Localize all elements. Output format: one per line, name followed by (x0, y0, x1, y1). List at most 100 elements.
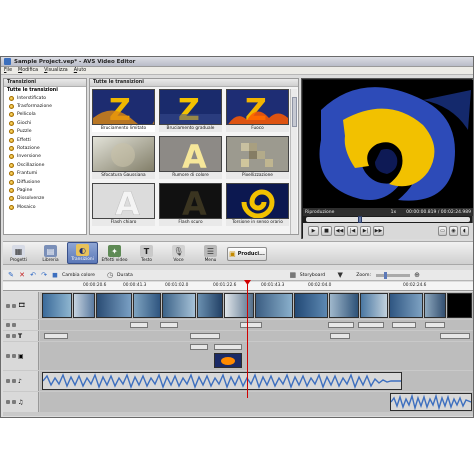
lock-icon[interactable] (6, 334, 10, 338)
tree-item[interactable]: Puzzle (4, 128, 86, 136)
video-track-body[interactable] (40, 292, 473, 319)
audio-clip[interactable] (390, 393, 472, 411)
tree-item[interactable]: Diffusione (4, 178, 86, 186)
seek-handle[interactable] (358, 216, 362, 223)
transition-thumbnail[interactable]: Z Bruciamento limitato (92, 89, 155, 133)
tree-item[interactable]: Pagine (4, 186, 86, 194)
time-ruler[interactable]: 00:00:20.6 00:00:41.3 00:01:02.0 00:01:2… (3, 282, 473, 291)
video-clip[interactable] (329, 293, 359, 318)
gallery-scrollbar[interactable] (290, 89, 297, 234)
storyboard-button[interactable]: Storyboard (300, 273, 325, 278)
transition-thumbnail[interactable]: A Rumore di colore (159, 136, 222, 180)
mute-icon[interactable] (12, 323, 16, 327)
video-clip[interactable] (96, 293, 132, 318)
mute-icon[interactable] (12, 379, 16, 383)
voice-button[interactable]: 🎙 Voce (163, 242, 194, 264)
color-icon[interactable]: ◼ (51, 271, 59, 279)
zoom-slider[interactable] (376, 271, 410, 279)
projects-button[interactable]: ▦ Progetti (3, 242, 34, 264)
effect-block[interactable] (328, 322, 354, 328)
video-clip[interactable] (73, 293, 95, 318)
lock-icon[interactable] (6, 354, 10, 358)
next-frame-icon[interactable]: ▶| (360, 226, 371, 236)
transition-thumbnail[interactable]: Pixellizzazione (226, 136, 289, 180)
snapshot-icon[interactable]: ◉ (449, 226, 458, 236)
overlay-label[interactable] (190, 344, 208, 350)
prev-frame-icon[interactable]: |◀ (347, 226, 358, 236)
video-clip[interactable] (197, 293, 223, 318)
effect-block[interactable] (160, 322, 178, 328)
tree-item[interactable]: Mosaico (4, 203, 86, 211)
text-block[interactable] (44, 333, 68, 339)
volume-icon[interactable]: ◖ (460, 226, 469, 236)
transition-thumbnail[interactable]: Torsione in senso orario (226, 183, 289, 227)
video-clip[interactable] (360, 293, 388, 318)
tree-item[interactable]: Giochi (4, 119, 86, 127)
overlay-track-body[interactable] (40, 342, 473, 370)
play-icon[interactable]: ▶ (308, 226, 319, 236)
produce-button[interactable]: ▣ Produci... (227, 247, 267, 261)
scrollbar-thumb[interactable] (292, 97, 297, 127)
tree-item[interactable]: Oscillazione (4, 161, 86, 169)
transitions-button[interactable]: ◐ Transizioni (67, 242, 98, 264)
mute-icon[interactable] (12, 354, 16, 358)
effect-block[interactable] (240, 322, 262, 328)
menu-view[interactable]: Visualizza (44, 68, 68, 73)
transition-thumbnail[interactable]: Sfocatura Gaussiana (92, 136, 155, 180)
text-block[interactable] (330, 333, 350, 339)
settings-icon[interactable]: ▼ (336, 271, 344, 279)
mute-icon[interactable] (12, 303, 16, 308)
transition-thumbnail[interactable]: Z Fuoco (226, 89, 289, 133)
menu-help[interactable]: Aiuto (74, 68, 87, 73)
video-clip[interactable] (224, 293, 254, 318)
tree-item[interactable]: Inversione (4, 153, 86, 161)
video-clip[interactable] (424, 293, 446, 318)
overlay-label[interactable] (214, 344, 242, 350)
duration-button[interactable]: Durata (117, 273, 133, 278)
effect-block[interactable] (130, 322, 148, 328)
video-clip[interactable] (294, 293, 328, 318)
video-clip[interactable] (162, 293, 196, 318)
lock-icon[interactable] (6, 379, 10, 383)
tree-item[interactable]: Effetti (4, 136, 86, 144)
delete-icon[interactable]: ✕ (18, 271, 26, 279)
overlay-clip[interactable] (214, 353, 242, 368)
video-clip[interactable] (255, 293, 293, 318)
menu-file[interactable]: File (4, 68, 12, 73)
zoom-in-icon[interactable]: ⊕ (413, 271, 421, 279)
change-color-button[interactable]: Cambia colore (62, 273, 95, 278)
transition-thumbnail[interactable]: A Flash scuro (159, 183, 222, 227)
audio-clip[interactable] (42, 372, 402, 390)
music-track-body[interactable] (40, 392, 473, 412)
redo-icon[interactable]: ↷ (40, 271, 48, 279)
text-track-body[interactable] (40, 331, 473, 341)
stop-icon[interactable]: ■ (321, 226, 332, 236)
lock-icon[interactable] (6, 303, 10, 308)
mute-icon[interactable] (12, 334, 16, 338)
tree-root-all[interactable]: Tutte le transizioni (4, 87, 86, 94)
rewind-icon[interactable]: ◀◀ (334, 226, 345, 236)
playhead-line[interactable] (247, 280, 248, 398)
video-clip[interactable] (133, 293, 161, 318)
video-clip[interactable] (447, 293, 472, 318)
tree-item[interactable]: Pellicola (4, 111, 86, 119)
menu-button[interactable]: ☰ Menu (195, 242, 226, 264)
tree-item[interactable]: Dissolvenze (4, 195, 86, 203)
audio-track-body[interactable] (40, 371, 473, 391)
menu-edit[interactable]: Modifica (18, 68, 38, 73)
video-effects-button[interactable]: ✦ Effetti video (99, 242, 130, 264)
library-button[interactable]: ▤ Libreria (35, 242, 66, 264)
tree-item[interactable]: Interstificato (4, 94, 86, 102)
tree-item[interactable]: Trasformazione (4, 102, 86, 110)
seek-bar[interactable] (306, 216, 470, 223)
mute-icon[interactable] (12, 400, 16, 404)
video-clip[interactable] (389, 293, 423, 318)
transition-thumbnail[interactable]: Z Bruciamento graduale (159, 89, 222, 133)
lock-icon[interactable] (6, 400, 10, 404)
edit-icon[interactable]: ✎ (7, 271, 15, 279)
fullscreen-icon[interactable]: ▭ (438, 226, 447, 236)
text-block[interactable] (190, 333, 220, 339)
transition-track-body[interactable] (40, 320, 473, 330)
transition-thumbnail[interactable]: A Flash chiaro (92, 183, 155, 227)
tree-item[interactable]: Rotazione (4, 144, 86, 152)
